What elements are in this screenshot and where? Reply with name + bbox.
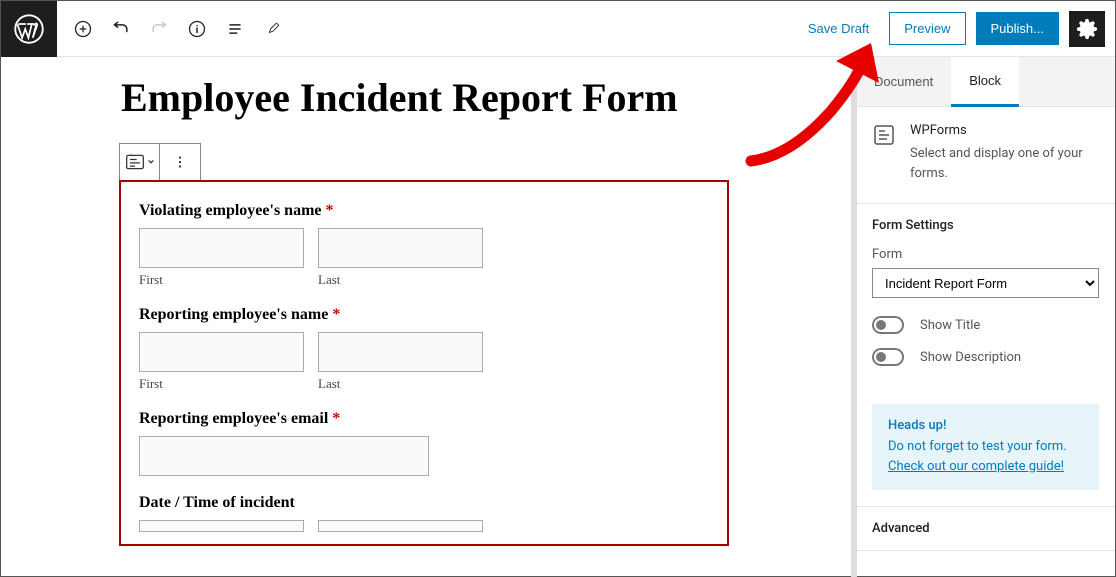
redo-button[interactable] bbox=[141, 11, 177, 47]
field-label: Reporting employee's name * bbox=[139, 306, 709, 324]
wordpress-logo[interactable] bbox=[1, 1, 57, 57]
form-select-label: Form bbox=[872, 247, 1099, 262]
time-input[interactable] bbox=[318, 520, 483, 532]
preview-button[interactable]: Preview bbox=[889, 12, 965, 45]
form-icon bbox=[125, 153, 145, 171]
notice-text: Do not forget to test your form. bbox=[888, 437, 1083, 457]
field-label: Date / Time of incident bbox=[139, 494, 709, 512]
notice: Heads up! Do not forget to test your for… bbox=[872, 404, 1099, 490]
tab-block[interactable]: Block bbox=[951, 57, 1019, 107]
wpforms-icon bbox=[872, 123, 896, 147]
block-toolbar bbox=[119, 143, 201, 181]
sub-label: First bbox=[139, 272, 304, 288]
form-settings-header[interactable]: Form Settings bbox=[856, 204, 1115, 247]
sidebar: Document Block WPForms Select and displa… bbox=[855, 57, 1115, 576]
block-info: WPForms Select and display one of your f… bbox=[856, 107, 1115, 204]
toolbar-right: Save Draft Preview Publish... bbox=[798, 11, 1115, 47]
field-label: Reporting employee's email * bbox=[139, 410, 709, 428]
show-description-row: Show Description bbox=[872, 348, 1099, 366]
form-block[interactable]: Violating employee's name * First Last bbox=[119, 180, 729, 546]
reporting-email-input[interactable] bbox=[139, 436, 429, 476]
show-description-toggle[interactable] bbox=[872, 348, 904, 366]
required-indicator: * bbox=[332, 306, 340, 323]
show-title-toggle[interactable] bbox=[872, 316, 904, 334]
more-vertical-icon bbox=[171, 153, 189, 171]
reporting-email-field: Reporting employee's email * bbox=[139, 410, 709, 476]
editor-content: Employee Incident Report Form Violating … bbox=[1, 57, 855, 576]
page-title[interactable]: Employee Incident Report Form bbox=[121, 73, 825, 123]
form-select[interactable]: Incident Report Form bbox=[872, 268, 1099, 298]
block-type-button[interactable] bbox=[120, 144, 160, 180]
reporting-name-field: Reporting employee's name * First Last bbox=[139, 306, 709, 392]
reporting-first-input[interactable] bbox=[139, 332, 304, 372]
reporting-last-input[interactable] bbox=[318, 332, 483, 372]
date-input[interactable] bbox=[139, 520, 304, 532]
violating-last-input[interactable] bbox=[318, 228, 483, 268]
add-block-button[interactable] bbox=[65, 11, 101, 47]
sub-label: Last bbox=[318, 376, 483, 392]
main-area: Employee Incident Report Form Violating … bbox=[1, 57, 1115, 576]
violating-name-field: Violating employee's name * First Last bbox=[139, 202, 709, 288]
settings-button[interactable] bbox=[1069, 11, 1105, 47]
tab-document[interactable]: Document bbox=[856, 57, 951, 106]
notice-title: Heads up! bbox=[888, 418, 1083, 433]
sub-label: First bbox=[139, 376, 304, 392]
info-button[interactable] bbox=[179, 11, 215, 47]
sidebar-tabs: Document Block bbox=[856, 57, 1115, 107]
edit-button[interactable] bbox=[255, 11, 291, 47]
save-draft-button[interactable]: Save Draft bbox=[798, 21, 879, 36]
outline-button[interactable] bbox=[217, 11, 253, 47]
field-label: Violating employee's name * bbox=[139, 202, 709, 220]
datetime-field: Date / Time of incident bbox=[139, 494, 709, 532]
block-info-title: WPForms bbox=[910, 123, 1099, 138]
block-more-button[interactable] bbox=[160, 144, 200, 180]
top-toolbar: Save Draft Preview Publish... bbox=[1, 1, 1115, 57]
toolbar-left bbox=[57, 11, 299, 47]
publish-button[interactable]: Publish... bbox=[976, 12, 1059, 45]
notice-link[interactable]: Check out our complete guide! bbox=[888, 459, 1064, 474]
block-info-desc: Select and display one of your forms. bbox=[910, 144, 1099, 183]
toggle-label: Show Description bbox=[920, 350, 1021, 365]
undo-button[interactable] bbox=[103, 11, 139, 47]
chevron-down-icon bbox=[147, 158, 155, 166]
required-indicator: * bbox=[332, 410, 340, 427]
violating-first-input[interactable] bbox=[139, 228, 304, 268]
advanced-header[interactable]: Advanced bbox=[856, 507, 1115, 550]
advanced-panel: Advanced bbox=[856, 507, 1115, 551]
show-title-row: Show Title bbox=[872, 316, 1099, 334]
gear-icon bbox=[1076, 18, 1098, 40]
form-settings-panel: Form Settings Form Incident Report Form … bbox=[856, 204, 1115, 507]
required-indicator: * bbox=[326, 202, 334, 219]
toggle-label: Show Title bbox=[920, 318, 980, 333]
sub-label: Last bbox=[318, 272, 483, 288]
scrollbar[interactable] bbox=[851, 57, 857, 577]
